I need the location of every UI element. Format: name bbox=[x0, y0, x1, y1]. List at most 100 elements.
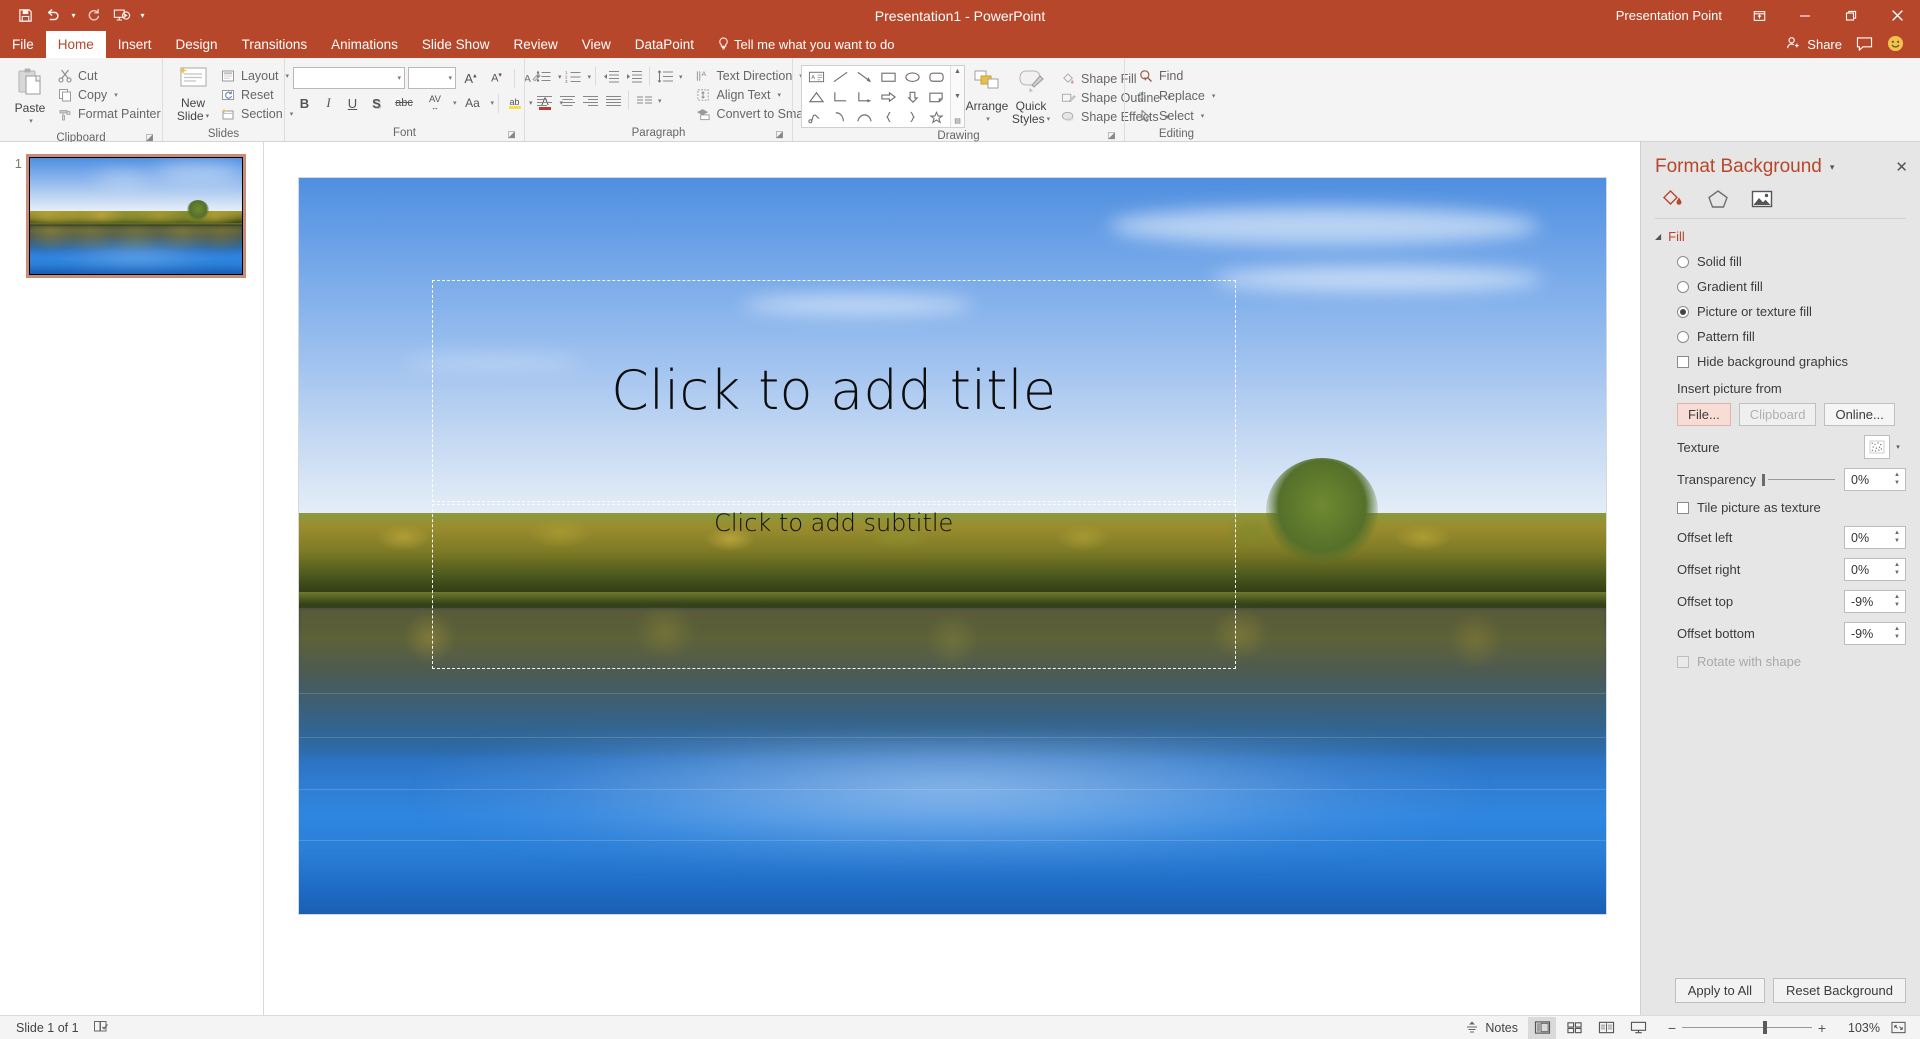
decrease-font-size-button[interactable]: A▾ bbox=[485, 67, 508, 89]
zoom-slider[interactable]: − + bbox=[1662, 1020, 1832, 1036]
tile-picture-as-texture-checkbox[interactable] bbox=[1677, 502, 1689, 514]
character-spacing-caret-icon[interactable]: ▾ bbox=[453, 99, 457, 107]
picture-icon[interactable] bbox=[1747, 186, 1777, 212]
share-button[interactable]: Share bbox=[1786, 36, 1842, 53]
ribbon-display-options-icon[interactable] bbox=[1736, 0, 1782, 31]
notes-button[interactable]: Notes bbox=[1459, 1017, 1524, 1039]
effects-icon[interactable] bbox=[1703, 186, 1733, 212]
save-icon[interactable] bbox=[12, 4, 38, 28]
account-name[interactable]: Presentation Point bbox=[1616, 8, 1736, 23]
offset-bottom-spin-down-icon[interactable]: ▼ bbox=[1894, 635, 1900, 640]
shapes-gallery-scrollbar[interactable]: ▲ ▼ ▤ bbox=[950, 66, 964, 127]
tab-transitions[interactable]: Transitions bbox=[230, 31, 320, 58]
hide-background-graphics-checkbox[interactable] bbox=[1677, 356, 1689, 368]
tile-picture-as-texture-option[interactable]: Tile picture as texture bbox=[1677, 500, 1906, 515]
tab-slide-show[interactable]: Slide Show bbox=[410, 31, 502, 58]
quick-styles-button[interactable]: Quick Styles ▾ bbox=[1009, 65, 1053, 128]
title-placeholder[interactable]: Click to add title bbox=[432, 280, 1236, 502]
transparency-slider-handle[interactable] bbox=[1762, 474, 1765, 486]
subtitle-placeholder[interactable]: Click to add subtitle bbox=[432, 504, 1236, 669]
increase-font-size-button[interactable]: A▴ bbox=[459, 67, 482, 89]
gradient-fill-radio[interactable] bbox=[1677, 281, 1689, 293]
offset-left-spinner[interactable]: 0% ▲▼ bbox=[1844, 526, 1906, 549]
panel-close-icon[interactable]: ✕ bbox=[1895, 158, 1908, 176]
offset-top-spinner[interactable]: -9% ▲▼ bbox=[1844, 590, 1906, 613]
tab-insert[interactable]: Insert bbox=[106, 31, 164, 58]
shape-curve[interactable] bbox=[852, 107, 876, 127]
picture-or-texture-fill-option[interactable]: Picture or texture fill bbox=[1677, 304, 1906, 319]
thumbnail-item[interactable]: 1 bbox=[8, 154, 253, 278]
font-size-input[interactable]: ▾ bbox=[408, 67, 456, 89]
undo-icon[interactable] bbox=[40, 4, 66, 28]
slideshow-view-button[interactable] bbox=[1624, 1017, 1652, 1039]
change-case-caret-icon[interactable]: ▾ bbox=[491, 99, 495, 107]
shape-elbow-arrow-connector[interactable] bbox=[852, 87, 876, 107]
shape-textbox[interactable]: A bbox=[804, 67, 828, 87]
select-button[interactable]: Select ▾ bbox=[1133, 106, 1220, 125]
slide-counter[interactable]: Slide 1 of 1 bbox=[16, 1021, 79, 1035]
zoom-in-button[interactable]: + bbox=[1812, 1020, 1832, 1036]
tab-review[interactable]: Review bbox=[501, 31, 569, 58]
font-size-caret-icon[interactable]: ▾ bbox=[444, 74, 452, 82]
shape-arc[interactable] bbox=[828, 107, 852, 127]
shape-freeform[interactable] bbox=[804, 107, 828, 127]
bullets-caret-icon[interactable]: ▾ bbox=[558, 73, 562, 81]
tab-file[interactable]: File bbox=[0, 31, 46, 58]
numbering-caret-icon[interactable]: ▾ bbox=[588, 73, 592, 81]
font-name-input[interactable]: ▾ bbox=[293, 67, 405, 89]
change-case-button[interactable]: Aa bbox=[458, 92, 488, 114]
slide-canvas[interactable]: Click to add title Click to add subtitle bbox=[299, 178, 1606, 914]
new-slide-caret-icon[interactable]: ▾ bbox=[206, 110, 210, 123]
collapse-arrow-icon[interactable]: ◢ bbox=[1655, 232, 1661, 241]
texture-dropdown-caret-icon[interactable]: ▾ bbox=[1890, 435, 1906, 459]
drawing-dialog-launcher[interactable]: ◪ bbox=[1106, 130, 1117, 141]
align-left-button[interactable] bbox=[533, 90, 555, 111]
offset-right-spinner[interactable]: 0% ▲▼ bbox=[1844, 558, 1906, 581]
zoom-slider-track[interactable] bbox=[1682, 1027, 1812, 1028]
justify-button[interactable] bbox=[602, 90, 624, 111]
tab-datapoint[interactable]: DataPoint bbox=[623, 31, 706, 58]
restore-button[interactable] bbox=[1828, 0, 1874, 31]
pattern-fill-option[interactable]: Pattern fill bbox=[1677, 329, 1906, 344]
undo-dropdown-caret[interactable]: ▾ bbox=[68, 11, 79, 20]
shape-oval[interactable] bbox=[900, 67, 924, 87]
paragraph-dialog-launcher[interactable]: ◪ bbox=[774, 129, 785, 140]
solid-fill-radio[interactable] bbox=[1677, 256, 1689, 268]
bullets-button[interactable] bbox=[533, 66, 555, 87]
customize-qat-icon[interactable]: ▾ bbox=[137, 11, 148, 20]
bold-button[interactable]: B bbox=[293, 92, 316, 114]
tab-home[interactable]: Home bbox=[46, 31, 106, 58]
font-name-caret-icon[interactable]: ▾ bbox=[393, 74, 401, 82]
shape-arrow[interactable] bbox=[852, 67, 876, 87]
panel-menu-caret-icon[interactable]: ▾ bbox=[1830, 162, 1835, 173]
underline-button[interactable]: U bbox=[341, 92, 364, 114]
zoom-slider-handle[interactable] bbox=[1763, 1021, 1767, 1034]
gallery-scroll-down-icon[interactable]: ▼ bbox=[954, 93, 961, 100]
comments-icon[interactable] bbox=[1856, 36, 1873, 54]
replace-button[interactable]: abac Replace ▾ bbox=[1133, 86, 1220, 105]
align-text-caret-icon[interactable]: ▾ bbox=[778, 91, 782, 99]
shape-star[interactable] bbox=[924, 107, 948, 127]
copy-caret-icon[interactable]: ▾ bbox=[114, 91, 118, 99]
shape-right-arrow[interactable] bbox=[876, 87, 900, 107]
hide-background-graphics-option[interactable]: Hide background graphics bbox=[1677, 354, 1906, 369]
character-spacing-button[interactable]: AV ↔ bbox=[420, 92, 450, 114]
replace-caret-icon[interactable]: ▾ bbox=[1212, 92, 1216, 100]
slideshow-icon[interactable] bbox=[109, 4, 135, 28]
reading-view-button[interactable] bbox=[1592, 1017, 1620, 1039]
columns-caret-icon[interactable]: ▾ bbox=[658, 97, 662, 105]
paste-button[interactable]: Paste ▾ bbox=[8, 63, 52, 130]
arrange-button[interactable]: Arrange ▾ bbox=[965, 65, 1009, 128]
transparency-slider[interactable] bbox=[1762, 472, 1835, 488]
offset-top-spin-down-icon[interactable]: ▼ bbox=[1894, 603, 1900, 608]
fit-slide-to-window-button[interactable] bbox=[1884, 1017, 1912, 1039]
feedback-smiley-icon[interactable] bbox=[1887, 35, 1904, 55]
find-button[interactable]: Find bbox=[1133, 66, 1220, 85]
gradient-fill-option[interactable]: Gradient fill bbox=[1677, 279, 1906, 294]
fill-icon[interactable] bbox=[1659, 186, 1689, 212]
text-highlight-color-button[interactable]: ab bbox=[503, 92, 526, 114]
offset-bottom-spin-up-icon[interactable]: ▲ bbox=[1894, 627, 1900, 632]
zoom-level-label[interactable]: 103% bbox=[1842, 1021, 1880, 1035]
zoom-out-button[interactable]: − bbox=[1662, 1020, 1682, 1036]
paste-caret-icon[interactable]: ▾ bbox=[29, 115, 33, 128]
